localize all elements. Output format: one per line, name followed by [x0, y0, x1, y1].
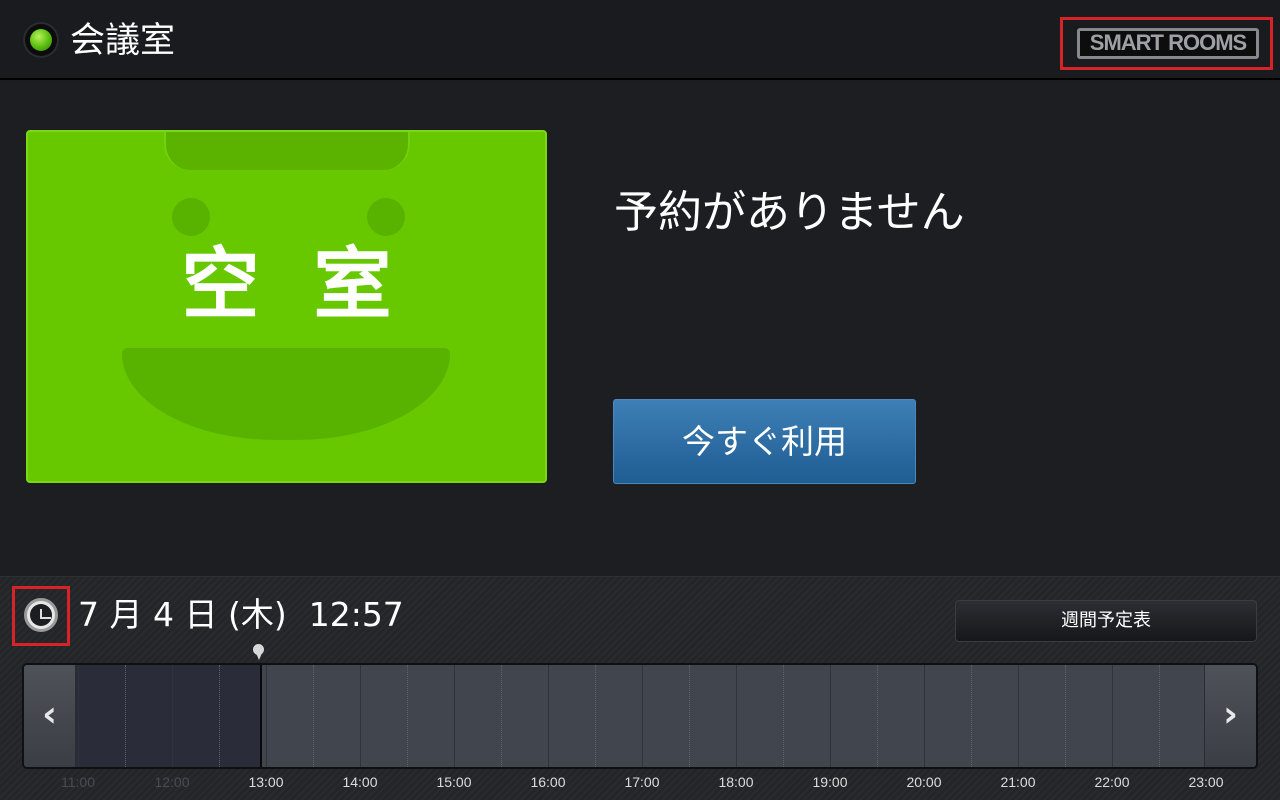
room-name: 会議室 [70, 21, 176, 61]
timeline-half-hour-line [877, 665, 878, 767]
timeline-tick-label: 18:00 [718, 774, 754, 790]
timeline-half-hour-line [971, 665, 972, 767]
timeline-half-hour-line [219, 665, 220, 767]
header-bar: 会議室 SMART ROOMS [0, 0, 1280, 80]
timeline-now-line [260, 665, 262, 767]
current-date: 7 月 4 日 (木) [78, 595, 287, 634]
clock-icon[interactable] [24, 598, 58, 632]
timeline-half-hour-line [783, 665, 784, 767]
timeline-tick-label: 20:00 [906, 774, 942, 790]
current-time-marker-icon [252, 644, 266, 662]
timeline-tick-label: 14:00 [342, 774, 378, 790]
use-now-button[interactable]: 今すぐ利用 [613, 399, 916, 484]
timeline-hour-line [454, 665, 455, 767]
timeline-hour-line [924, 665, 925, 767]
timeline-half-hour-line [125, 665, 126, 767]
chevron-right-icon: › [1223, 694, 1238, 735]
schedule-panel: 7 月 4 日 (木) 12:57 週間予定表 ‹ › 11:00 12:00 13:… [0, 576, 1280, 800]
current-datetime: 7 月 4 日 (木) 12:57 [78, 593, 404, 637]
timeline-hour-line [172, 665, 173, 767]
timeline-past-region [76, 665, 262, 767]
timeline-half-hour-line [407, 665, 408, 767]
timeline-tick-label: 11:00 [61, 774, 95, 790]
timeline-next-button[interactable]: › [1204, 665, 1256, 767]
timeline-hour-line [548, 665, 549, 767]
timeline-half-hour-line [1065, 665, 1066, 767]
timeline-hour-line [642, 665, 643, 767]
card-mouth [122, 348, 450, 440]
timeline-half-hour-line [689, 665, 690, 767]
timeline-hour-line [266, 665, 267, 767]
status-indicator-icon [23, 22, 59, 58]
current-time: 12:57 [308, 595, 404, 634]
timeline-prev-button[interactable]: ‹ [24, 665, 76, 767]
timeline-tick-label: 22:00 [1094, 774, 1130, 790]
card-tab [164, 132, 410, 170]
timeline-half-hour-line [501, 665, 502, 767]
timeline-tick-label: 12:00 [154, 774, 190, 790]
timeline-tick-label: 19:00 [812, 774, 848, 790]
timeline-tick-label: 21:00 [1000, 774, 1036, 790]
weekly-schedule-button[interactable]: 週間予定表 [955, 600, 1257, 642]
timeline-hour-line [1018, 665, 1019, 767]
timeline-half-hour-line [313, 665, 314, 767]
reservation-message: 予約がありません [614, 187, 965, 238]
room-status-label: 空室 [181, 240, 446, 330]
timeline-hour-line [360, 665, 361, 767]
timeline-half-hour-line [1159, 665, 1160, 767]
timeline-hour-line [830, 665, 831, 767]
timeline-hour-line [78, 665, 79, 767]
logo-highlight-box: SMART ROOMS [1060, 17, 1273, 70]
timeline-tick-label: 15:00 [436, 774, 472, 790]
smart-rooms-logo[interactable]: SMART ROOMS [1077, 28, 1259, 59]
card-eye-left [172, 198, 210, 236]
chevron-left-icon: ‹ [42, 694, 57, 735]
timeline-tick-label: 16:00 [530, 774, 566, 790]
room-status-card: 空室 [26, 130, 547, 483]
timeline-half-hour-line [595, 665, 596, 767]
clock-highlight-box [12, 586, 70, 646]
timeline-hour-line [736, 665, 737, 767]
timeline-tick-label: 23:00 [1188, 774, 1224, 790]
card-eye-right [367, 198, 405, 236]
timeline-track[interactable]: ‹ › [22, 663, 1258, 769]
timeline-tick-label: 13:00 [248, 774, 284, 790]
timeline-hour-line [1112, 665, 1113, 767]
timeline-tick-label: 17:00 [624, 774, 660, 790]
main-panel: 空室 予約がありません 今すぐ利用 [0, 82, 1280, 576]
